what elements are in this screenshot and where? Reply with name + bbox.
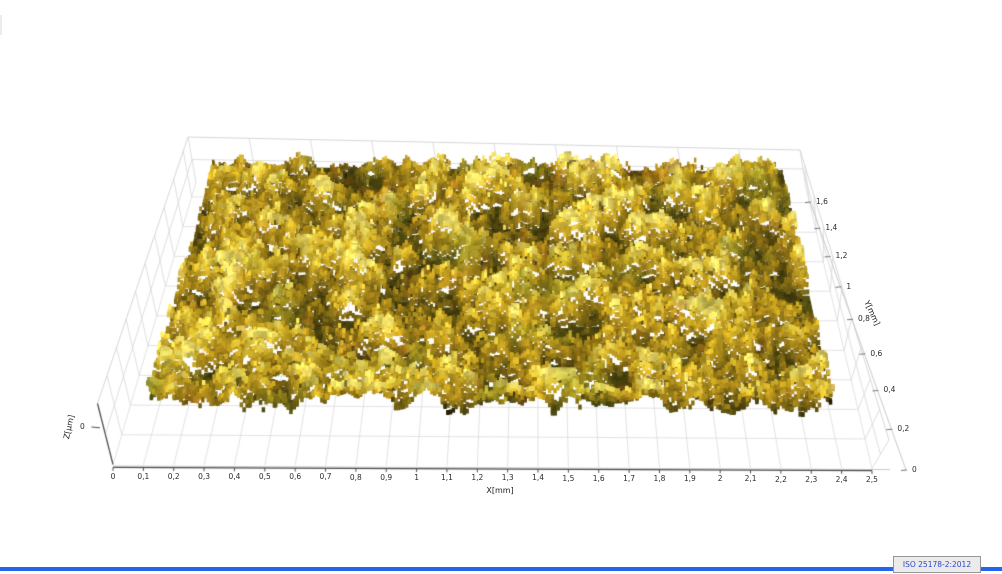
surface-3d-view[interactable] bbox=[0, 0, 1002, 545]
left-edge-artifact bbox=[0, 15, 2, 35]
surface-plot: X[mm] Y[mm] Z[µm] 00,10,20,30,40,50,60,7… bbox=[0, 0, 1002, 545]
app-window: { "chart_data": { "type": "surface3d", "… bbox=[0, 0, 1002, 574]
bottom-divider-line bbox=[0, 567, 1002, 571]
iso-standard-badge: ISO 25178-2:2012 bbox=[893, 556, 981, 573]
